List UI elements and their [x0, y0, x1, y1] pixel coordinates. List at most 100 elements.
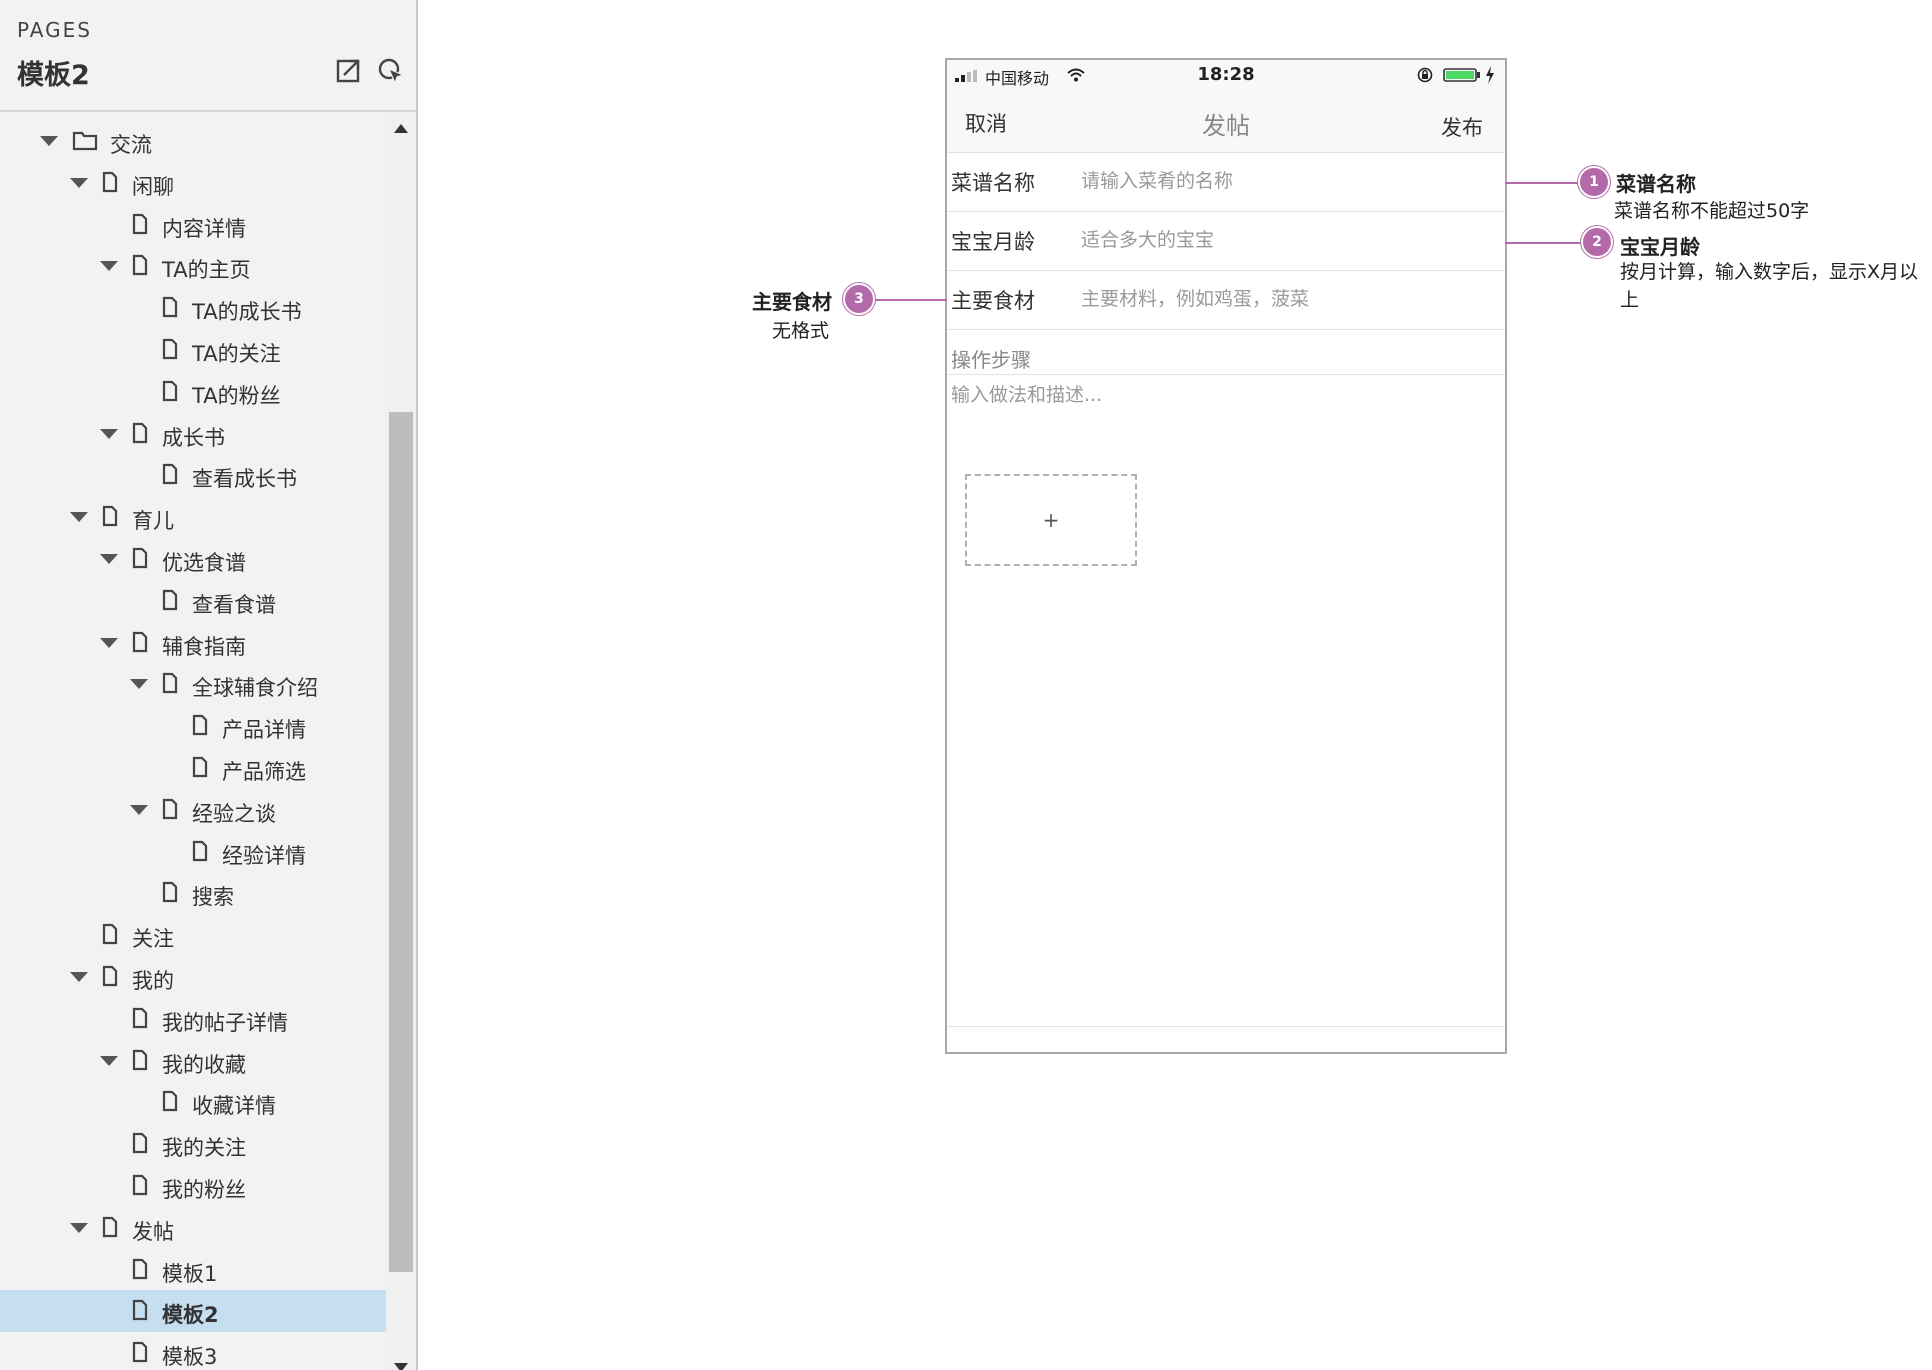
bottom-divider — [947, 1026, 1505, 1027]
page-icon — [192, 715, 208, 736]
sidebar-scrollbar[interactable] — [386, 112, 416, 1370]
tree-page-row[interactable]: 产品筛选 — [0, 747, 386, 789]
baby-age-row: 宝宝月龄 — [947, 212, 1505, 271]
caret-down-icon[interactable] — [70, 1222, 88, 1233]
tree-item-label: 优选食谱 — [162, 550, 246, 575]
tree-page-row[interactable]: 查看食谱 — [0, 580, 386, 622]
page-icon — [132, 1300, 148, 1321]
rotation-lock-icon — [1417, 67, 1433, 83]
page-icon — [162, 297, 178, 318]
tree-page-row[interactable]: 成长书 — [0, 413, 386, 455]
caret-down-icon[interactable] — [100, 637, 118, 648]
tree-item-label: 闲聊 — [132, 174, 174, 199]
page-icon — [192, 756, 208, 778]
tree-page-row[interactable]: 发帖 — [0, 1207, 386, 1249]
caret-down-icon[interactable] — [70, 512, 88, 523]
export-icon[interactable] — [334, 56, 364, 86]
tree-page-row[interactable]: 我的 — [0, 956, 386, 998]
tree-page-row[interactable]: 关注 — [0, 914, 386, 956]
tree-page-row[interactable]: 产品详情 — [0, 705, 386, 747]
caret-down-icon[interactable] — [70, 177, 88, 188]
tree-page-row[interactable]: 模板1 — [0, 1249, 386, 1291]
tree-page-row[interactable]: TA的关注 — [0, 329, 386, 371]
steps-input[interactable] — [951, 380, 1491, 440]
page-icon — [162, 882, 178, 903]
tree-page-row[interactable]: 我的粉丝 — [0, 1165, 386, 1207]
annotation-1-connector — [1505, 182, 1580, 184]
tree-page-row[interactable]: 我的关注 — [0, 1123, 386, 1165]
caret-down-icon[interactable] — [100, 428, 118, 439]
annotation-2-connector — [1505, 242, 1583, 244]
tree-page-row[interactable]: 搜索 — [0, 872, 386, 914]
tree-page-row[interactable]: 优选食谱 — [0, 538, 386, 580]
tree-page-row[interactable]: 经验详情 — [0, 831, 386, 873]
tree-page-row[interactable]: TA的主页 — [0, 245, 386, 287]
pointer-icon[interactable] — [376, 56, 406, 86]
caret-down-icon[interactable] — [100, 261, 118, 272]
tree-page-row[interactable]: 模板3 — [0, 1332, 386, 1370]
annotation-3-desc: 无格式 — [772, 320, 830, 342]
page-icon — [132, 1007, 148, 1028]
caret-down-icon[interactable] — [100, 1055, 118, 1066]
page-icon — [132, 1133, 148, 1154]
page-icon — [132, 213, 148, 234]
annotation-1-desc: 菜谱名称不能超过50字 — [1614, 200, 1810, 222]
page-icon — [162, 1091, 178, 1112]
tree-item-label: 我的帖子详情 — [162, 1010, 288, 1035]
scroll-up-icon[interactable] — [394, 124, 408, 133]
tree-page-row[interactable]: 我的收藏 — [0, 1040, 386, 1082]
tree-page-row[interactable]: 闲聊 — [0, 162, 386, 204]
scroll-thumb[interactable] — [389, 412, 413, 1272]
page-icon — [102, 924, 118, 945]
caret-down-icon[interactable] — [100, 553, 118, 564]
caret-down-icon[interactable] — [130, 679, 148, 690]
tree-page-row[interactable]: 查看成长书 — [0, 454, 386, 496]
caret-down-icon[interactable] — [70, 971, 88, 982]
page-icon — [102, 171, 118, 192]
recipe-name-input[interactable] — [1081, 165, 1491, 197]
tree-page-row[interactable]: TA的成长书 — [0, 287, 386, 329]
steps-divider — [947, 374, 1505, 375]
steps-label: 操作步骤 — [951, 348, 1031, 372]
annotation-3-badge: 3 — [843, 283, 875, 315]
tree-page-row[interactable]: 收藏详情 — [0, 1081, 386, 1123]
tree-folder-row[interactable]: 交流 — [0, 120, 386, 162]
tree-item-label: 查看食谱 — [192, 592, 276, 617]
project-title: 模板2 — [17, 60, 90, 91]
annotation-2-desc: 按月计算，输入数字后，显示X月以上 — [1620, 261, 1919, 311]
tree-item-label: 关注 — [132, 927, 174, 952]
tree-item-label: 产品筛选 — [222, 759, 306, 784]
tree-page-row[interactable]: 我的帖子详情 — [0, 998, 386, 1040]
main-ingredients-row: 主要食材 — [947, 271, 1505, 330]
page-icon — [132, 255, 148, 276]
scroll-down-icon[interactable] — [394, 1363, 408, 1370]
tree-item-label: TA的成长书 — [192, 300, 302, 325]
tree-page-row[interactable]: 经验之谈 — [0, 789, 386, 831]
annotation-2-title: 宝宝月龄 — [1620, 235, 1700, 259]
tree-page-row[interactable]: 全球辅食介绍 — [0, 663, 386, 705]
caret-down-icon[interactable] — [40, 136, 58, 146]
tree-page-row[interactable]: 辅食指南 — [0, 622, 386, 664]
page-icon — [162, 464, 178, 485]
page-icon — [162, 589, 178, 610]
tree-item-label: 经验之谈 — [192, 801, 276, 826]
publish-button[interactable]: 发布 — [1441, 112, 1483, 142]
tree-item-label: 我的 — [132, 968, 174, 993]
baby-age-label: 宝宝月龄 — [951, 230, 1035, 254]
tree-page-row[interactable]: TA的粉丝 — [0, 371, 386, 413]
tree-page-row[interactable]: 育儿 — [0, 496, 386, 538]
tree-page-row[interactable]: 内容详情 — [0, 204, 386, 246]
phone-mockup: 中国移动 18:28 取消 发帖 发布 菜谱名称 宝宝月龄 — [945, 58, 1507, 1054]
add-image-button[interactable]: + — [965, 474, 1137, 566]
tree-item-label: 发帖 — [132, 1219, 174, 1244]
tree-item-label: 搜索 — [192, 885, 234, 910]
page-icon — [102, 506, 118, 527]
page-icon — [132, 547, 148, 569]
main-ingredients-input[interactable] — [1081, 283, 1491, 315]
caret-down-icon[interactable] — [130, 804, 148, 815]
baby-age-input[interactable] — [1081, 224, 1491, 256]
nav-bar: 取消 发帖 发布 — [947, 90, 1505, 153]
main-ingredients-label: 主要食材 — [951, 289, 1035, 313]
tree-page-row[interactable]: 模板2 — [0, 1290, 386, 1333]
page-icon — [132, 1342, 148, 1363]
